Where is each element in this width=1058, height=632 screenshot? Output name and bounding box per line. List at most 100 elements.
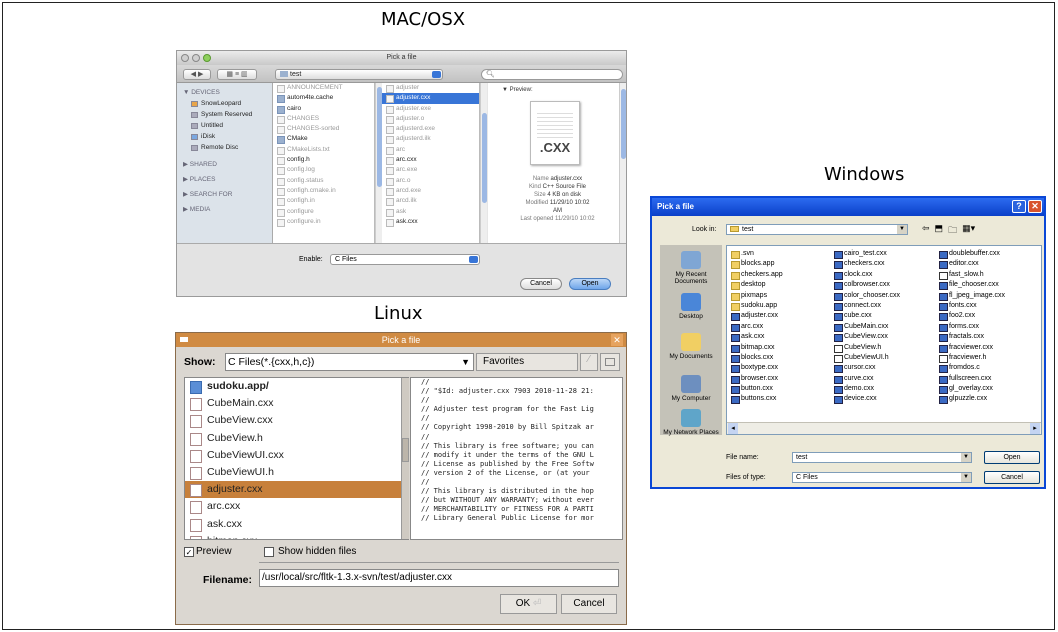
list-item[interactable]: cube.cxx [833,311,900,322]
sidebar-item-remote-disc[interactable]: Remote Disc [177,142,272,153]
media-header[interactable]: ▶ MEDIA [177,204,272,215]
list-item[interactable]: configure.in [273,217,374,228]
list-item[interactable]: bitmap.cxx [185,533,408,539]
ok-button[interactable]: OK ⏎ [500,594,557,614]
sidebar-item-untitled[interactable]: Untitled [177,120,272,131]
list-item[interactable]: sudoku.app [730,301,783,312]
lookin-select[interactable]: test ▼ [726,224,908,235]
list-item[interactable]: fracviewer.cxx [938,343,1005,353]
list-item[interactable]: forms.cxx [938,322,1005,333]
place-desktop[interactable]: Desktop [660,293,722,320]
show-hidden-checkbox[interactable]: Show hidden files [264,546,356,557]
list-item[interactable]: autom4te.cache [273,93,374,104]
list-item[interactable]: fonts.cxx [938,301,1005,312]
list-item[interactable]: blocks.app [730,259,783,270]
list-item[interactable]: CubeViewUI.h [833,353,900,364]
list-item[interactable]: connect.cxx [833,301,900,312]
list-item[interactable]: color_chooser.cxx [833,291,900,301]
view-mode-button[interactable]: ▦ ≡ ▥ [217,69,257,80]
sidebar-item-idisk[interactable]: iDisk [177,131,272,142]
list-item[interactable]: boxtype.cxx [730,363,783,374]
list-item[interactable]: clock.cxx [833,270,900,281]
list-item[interactable]: CHANGES [273,114,374,125]
list-item[interactable]: glpuzzle.cxx [938,394,1005,405]
list-item[interactable]: cursor.cxx [833,363,900,374]
list-item[interactable]: arcd.ilk [382,196,479,207]
list-item[interactable]: CHANGES-sorted [273,124,374,135]
list-item[interactable]: arc.cxx [730,322,783,333]
list-item[interactable]: adjuster.cxx [185,481,408,499]
list-item[interactable]: cairo [273,104,374,114]
list-item[interactable]: CubeMain.cxx [833,322,900,333]
list-item[interactable]: arc [382,145,479,156]
list-item[interactable]: CubeViewUI.cxx [185,447,408,464]
list-item[interactable]: adjuster [382,83,479,94]
list-item[interactable]: arc.o [382,176,479,186]
close-light-icon[interactable] [181,54,189,62]
favorites-button[interactable]: Favorites [476,353,578,371]
back-icon[interactable]: ⇦ [922,223,930,239]
filename-input[interactable]: test ▼ [792,452,972,463]
list-item[interactable]: adjusterd.ilk [382,134,479,145]
back-forward-button[interactable]: ◀ ▶ [183,69,211,80]
sidebar-item-system-reserved[interactable]: System Reserved [177,109,272,120]
list-item[interactable]: configh.cmake.in [273,186,374,197]
list-item[interactable]: adjuster.o [382,114,479,125]
scroll-left-icon[interactable]: ◂ [728,423,738,434]
list-item[interactable]: config.h [273,155,374,166]
path-popup[interactable]: test [275,69,443,80]
minimize-light-icon[interactable] [192,54,200,62]
list-item[interactable]: CubeView.cxx [185,412,408,429]
list-item[interactable]: pixmaps [730,291,783,301]
shared-header[interactable]: ▶ SHARED [177,159,272,170]
open-button[interactable]: Open [569,278,611,290]
help-button[interactable]: ? [1012,200,1026,213]
list-item[interactable]: CubeView.h [833,343,900,353]
list-item[interactable]: blocks.cxx [730,353,783,364]
list-item[interactable]: ask.cxx [382,217,479,228]
list-item[interactable]: arc.exe [382,165,479,176]
place-my-computer[interactable]: My Computer [660,375,722,402]
list-item[interactable]: ANNOUNCEMENT [273,83,374,94]
list-item[interactable]: checkers.app [730,270,783,281]
cancel-button[interactable]: Cancel [520,278,562,290]
preview-checkbox[interactable]: ✓ Preview [184,546,232,557]
place-my-documents[interactable]: My Documents [660,333,722,360]
search-field[interactable]: 🔍︎ [481,69,623,80]
filetype-select[interactable]: C Files ▼ [792,472,972,483]
search-for-header[interactable]: ▶ SEARCH FOR [177,189,272,200]
open-button[interactable]: Open [984,451,1040,464]
list-item[interactable]: CubeView.cxx [833,332,900,343]
list-item[interactable]: CubeView.h [185,430,408,447]
list-item[interactable]: fl_jpeg_image.cxx [938,291,1005,301]
enable-select[interactable]: C Files [330,254,480,265]
preview-scrollbar[interactable] [619,83,626,243]
close-button[interactable]: ✕ [1028,200,1042,213]
list-item[interactable]: device.cxx [833,394,900,405]
list-item[interactable]: configure [273,207,374,217]
place-network-places[interactable]: My Network Places [660,409,722,436]
list-item[interactable]: curve.cxx [833,374,900,385]
place-recent-documents[interactable]: My Recent Documents [660,251,722,285]
zoom-light-icon[interactable] [203,54,211,62]
list-item[interactable]: browser.cxx [730,374,783,385]
places-header[interactable]: ▶ PLACES [177,174,272,185]
list-item[interactable]: adjuster.cxx [382,93,479,104]
list-item[interactable]: fracviewer.h [938,353,1005,364]
scroll-right-icon[interactable]: ▸ [1030,423,1040,434]
list-item[interactable]: config.log [273,165,374,176]
new-folder-icon[interactable]: 🗀︎ [948,223,957,239]
list-item[interactable]: arcd.exe [382,186,479,197]
list-item[interactable]: colbrowser.cxx [833,280,900,291]
window-menu-icon[interactable] [180,337,188,342]
list-item[interactable]: fast_slow.h [938,270,1005,281]
filename-input[interactable]: /usr/local/src/fltk-1.3.x-svn/test/adjus… [259,569,619,587]
list-item[interactable]: fractals.cxx [938,332,1005,343]
file-list-scrollbar[interactable] [401,378,409,539]
list-item[interactable]: file_chooser.cxx [938,280,1005,291]
list-item[interactable]: ask [382,207,479,217]
list-item[interactable]: demo.cxx [833,384,900,395]
list-item[interactable]: adjuster.exe [382,104,479,114]
list-item[interactable]: CMakeLists.txt [273,145,374,156]
list-item[interactable]: adjusterd.exe [382,124,479,135]
